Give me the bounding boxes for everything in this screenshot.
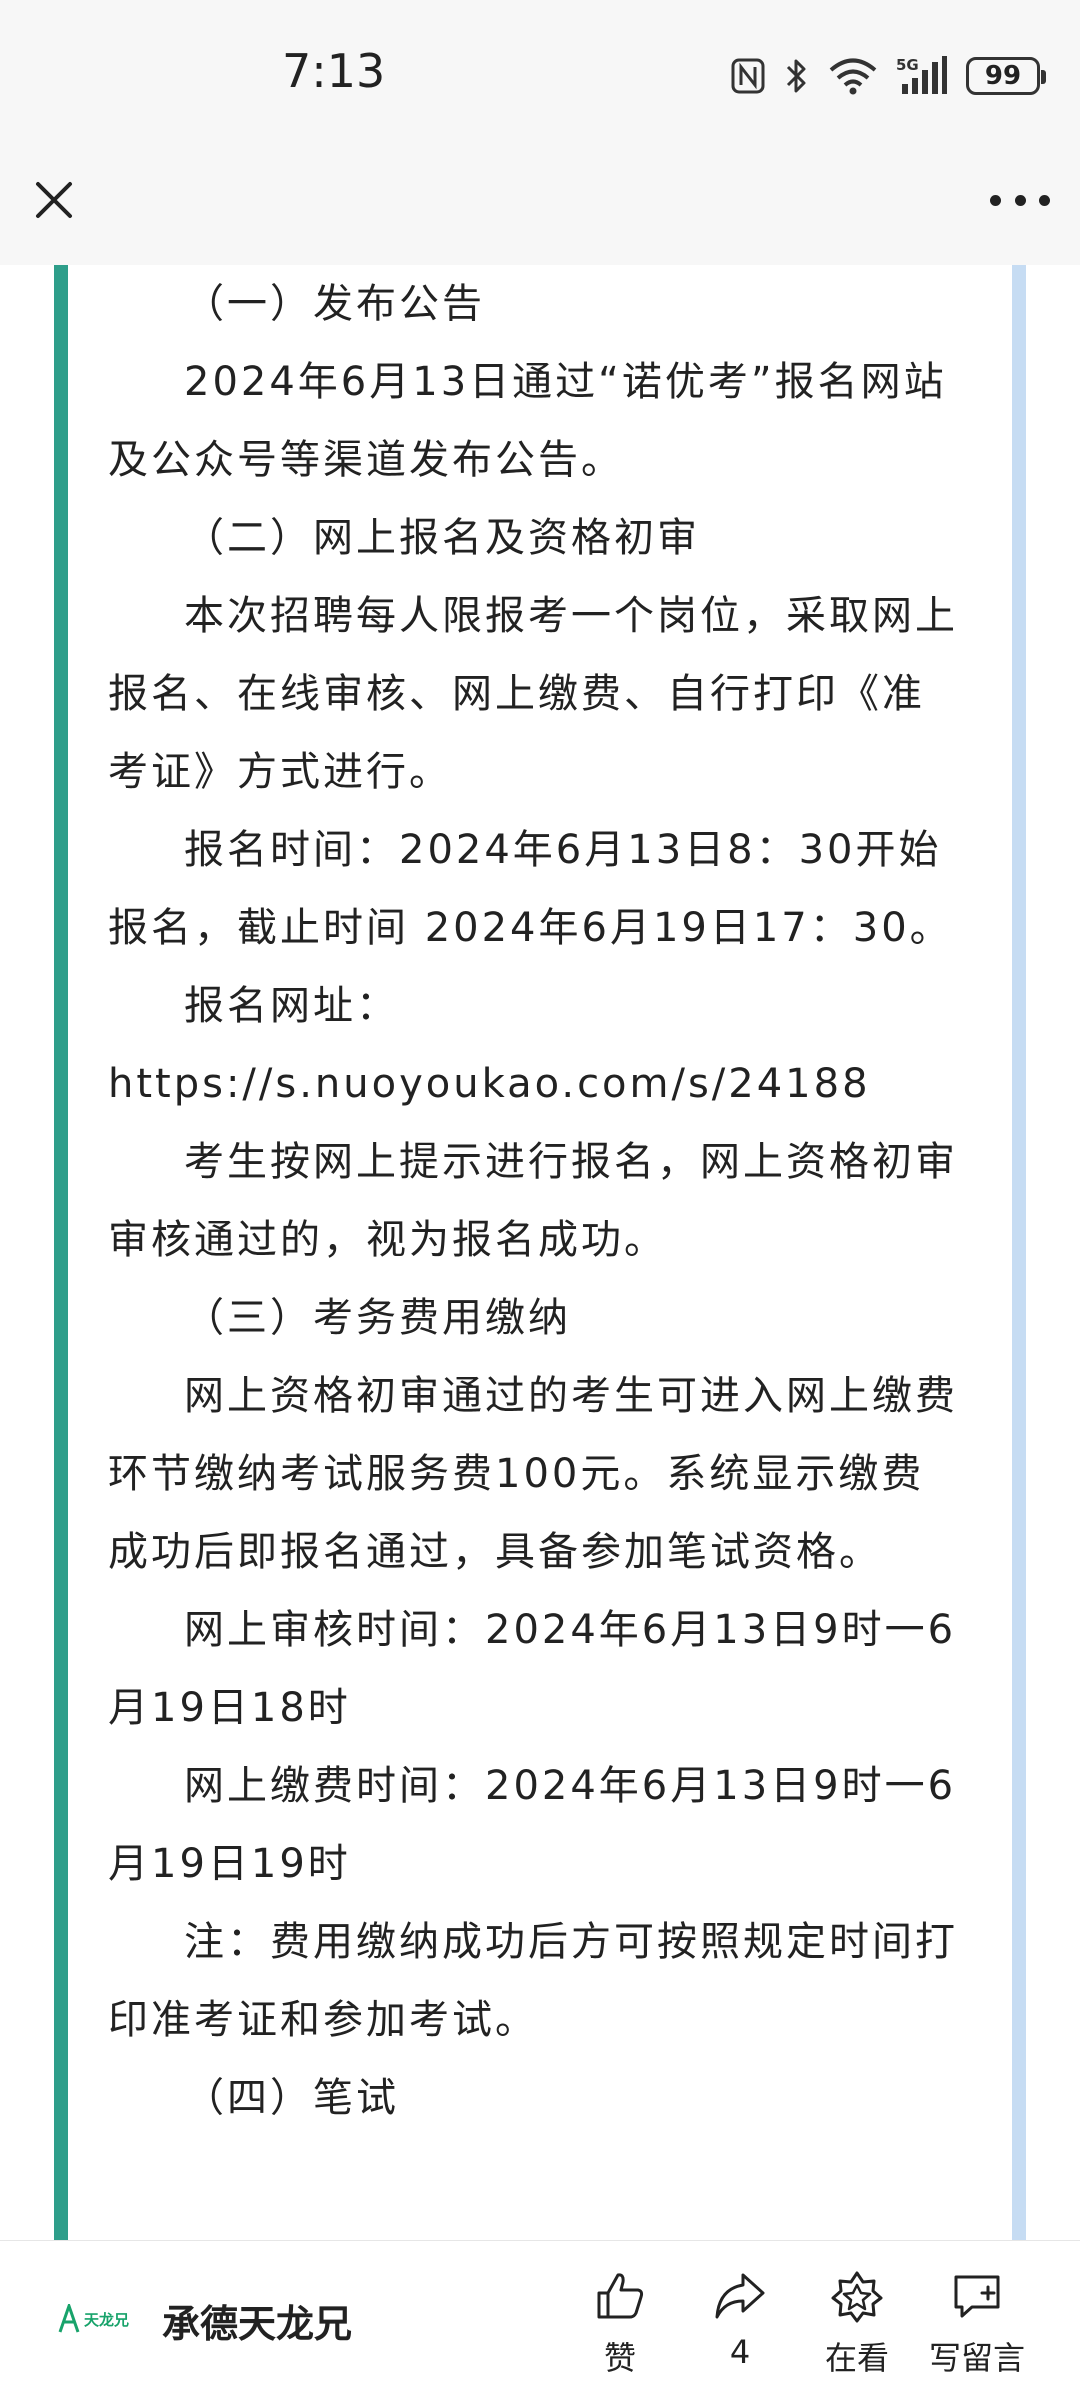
comment-label: 写留言 xyxy=(928,2339,1025,2377)
comment-icon xyxy=(954,2275,1000,2318)
paragraph-note: 注：费用缴纳成功后方可按照规定时间打印准考证和参加考试。 xyxy=(108,1919,958,2043)
like-button[interactable]: 赞 xyxy=(560,2269,680,2379)
section-heading-fee: （三）考务费用缴纳 xyxy=(184,1295,571,1341)
right-accent-bar xyxy=(1012,265,1026,2240)
nav-bar xyxy=(0,150,1080,265)
left-accent-bar xyxy=(54,265,68,2240)
paragraph-review-time: 网上审核时间：2024年6月13日9时一6月19日18时 xyxy=(108,1607,957,1731)
close-icon[interactable] xyxy=(30,176,78,224)
paragraph-registration-success: 考生按网上提示进行报名，网上资格初审审核通过的，视为报名成功。 xyxy=(108,1139,958,1263)
more-dot xyxy=(1014,194,1026,206)
battery-level: 99 xyxy=(984,61,1022,91)
account-logo[interactable]: 天龙兄 xyxy=(58,2299,136,2339)
bottom-bar: 天龙兄 承德天龙兄 赞 4 在看 写留言 xyxy=(0,2240,1080,2401)
article-body: （一）发布公告 2024年6月13日通过“诺优考”报名网站及公众号等渠道发布公告… xyxy=(108,265,964,2137)
status-time: 7:13 xyxy=(282,44,386,98)
logo-text: 天龙兄 xyxy=(84,2310,130,2329)
logo-icon xyxy=(58,2304,80,2333)
paragraph-fee: 网上资格初审通过的考生可进入网上缴费环节缴纳考试服务费100元。系统显示缴费成功… xyxy=(108,1373,958,1575)
section-heading-written-exam: （四）笔试 xyxy=(184,2075,399,2121)
section-heading-publish: （一）发布公告 xyxy=(184,281,485,327)
article-content[interactable]: （一）发布公告 2024年6月13日通过“诺优考”报名网站及公众号等渠道发布公告… xyxy=(0,265,1080,2240)
comment-button[interactable]: 写留言 xyxy=(917,2269,1037,2379)
nfc-icon xyxy=(731,58,765,94)
more-dot xyxy=(1039,194,1050,206)
bluetooth-icon xyxy=(786,59,806,93)
more-dot xyxy=(990,194,1001,206)
paragraph-publish: 2024年6月13日通过“诺优考”报名网站及公众号等渠道发布公告。 xyxy=(108,359,947,483)
wow-label: 在看 xyxy=(824,2339,889,2377)
svg-text:5G: 5G xyxy=(896,56,919,74)
status-bar: 7:13 5G 99 xyxy=(0,0,1080,150)
more-icon[interactable] xyxy=(990,184,1050,216)
status-icons: 5G 99 xyxy=(730,52,1046,100)
signal-icon: 5G xyxy=(896,56,947,94)
paragraph-payment-time: 网上缴费时间：2024年6月13日9时一6月19日19时 xyxy=(108,1763,957,1887)
share-count: 4 xyxy=(729,2333,751,2371)
battery-icon: 99 xyxy=(966,57,1046,95)
account-name[interactable]: 承德天龙兄 xyxy=(162,2293,352,2348)
thumbs-up-icon xyxy=(597,2273,644,2319)
paragraph-registration-time: 报名时间：2024年6月13日8：30开始报名，截止时间 2024年6月19日1… xyxy=(108,827,953,951)
paragraph-registration-url-label: 报名网址： xyxy=(184,983,399,1029)
share-icon xyxy=(715,2273,765,2319)
wifi-icon xyxy=(829,58,877,95)
registration-url-link[interactable]: https://s.nuoyoukao.com/s/24188 xyxy=(108,1045,964,1123)
paragraph-registration-method: 本次招聘每人限报考一个岗位，采取网上报名、在线审核、网上缴费、自行打印《准考证》… xyxy=(108,593,958,795)
like-label: 赞 xyxy=(603,2339,636,2377)
wow-button[interactable]: 在看 xyxy=(797,2269,917,2379)
section-heading-registration: （二）网上报名及资格初审 xyxy=(184,515,700,561)
wow-icon xyxy=(831,2271,883,2323)
share-button[interactable]: 4 xyxy=(680,2269,800,2371)
